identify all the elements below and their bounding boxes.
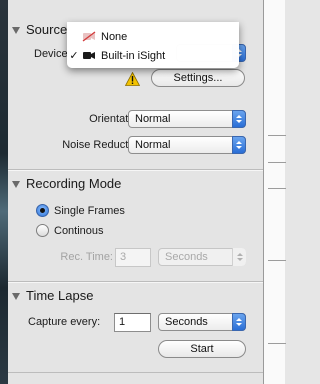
divider xyxy=(268,135,286,136)
disclosure-triangle-icon[interactable] xyxy=(12,26,20,34)
time-lapse-section-header[interactable]: Time Lapse xyxy=(12,288,93,303)
popup-arrows-icon xyxy=(232,110,246,128)
time-lapse-title: Time Lapse xyxy=(26,288,94,303)
disclosure-triangle-icon[interactable] xyxy=(12,292,20,300)
rec-time-unit-value: Seconds xyxy=(165,251,208,263)
source-section-title: Source xyxy=(26,22,68,37)
recording-mode-section-header[interactable]: Recording Mode xyxy=(12,176,121,191)
menu-item-none-label: None xyxy=(101,30,128,43)
rec-time-unit-popup[interactable]: Seconds xyxy=(158,248,246,266)
continuous-label: Continous xyxy=(54,224,104,237)
popup-arrows-icon xyxy=(232,248,246,266)
capture-unit-popup[interactable]: Seconds xyxy=(158,313,246,331)
rec-time-field[interactable]: 3 xyxy=(115,248,151,267)
divider xyxy=(268,188,286,189)
radio-continuous[interactable]: Continous xyxy=(36,224,104,237)
warning-icon xyxy=(125,72,140,86)
divider xyxy=(268,260,286,261)
orientation-popup[interactable]: Normal xyxy=(128,110,246,128)
menu-item-none[interactable]: None xyxy=(67,27,239,46)
video-preview-strip xyxy=(0,0,8,384)
single-frames-label: Single Frames xyxy=(54,204,125,217)
popup-arrows-icon xyxy=(232,136,246,154)
checkmark-icon: ✓ xyxy=(69,50,79,62)
background-window xyxy=(263,0,286,384)
source-section-header[interactable]: Source xyxy=(12,22,67,37)
section-divider xyxy=(8,372,263,373)
recording-mode-title: Recording Mode xyxy=(26,176,122,191)
noise-reduction-label: Noise Reduction: xyxy=(62,139,146,151)
noise-reduction-popup[interactable]: Normal xyxy=(128,136,246,154)
radio-single-frames[interactable]: Single Frames xyxy=(36,204,125,217)
divider xyxy=(268,162,286,163)
section-divider xyxy=(8,282,263,283)
menu-item-builtin-isight-label: Built-in iSight xyxy=(101,49,166,62)
capture-interval-field[interactable]: 1 xyxy=(114,313,151,332)
no-camera-icon xyxy=(81,31,97,43)
video-camera-icon xyxy=(81,50,97,62)
noise-reduction-value: Normal xyxy=(135,139,171,151)
disclosure-triangle-icon[interactable] xyxy=(12,180,20,188)
orientation-value: Normal xyxy=(135,113,171,125)
radio-selected-icon[interactable] xyxy=(36,204,49,217)
settings-button[interactable]: Settings... xyxy=(151,69,245,87)
menu-item-builtin-isight[interactable]: ✓ Built-in iSight xyxy=(67,46,239,65)
radio-unselected-icon[interactable] xyxy=(36,224,49,237)
capture-every-label: Capture every: xyxy=(28,316,101,328)
capture-unit-value: Seconds xyxy=(165,316,208,328)
section-divider xyxy=(8,170,263,171)
rec-time-label: Rec. Time: xyxy=(60,251,113,263)
start-button[interactable]: Start xyxy=(158,340,246,358)
divider xyxy=(268,343,286,344)
popup-arrows-icon xyxy=(232,313,246,331)
device-dropdown-menu[interactable]: None ✓ Built-in iSight xyxy=(67,22,239,68)
